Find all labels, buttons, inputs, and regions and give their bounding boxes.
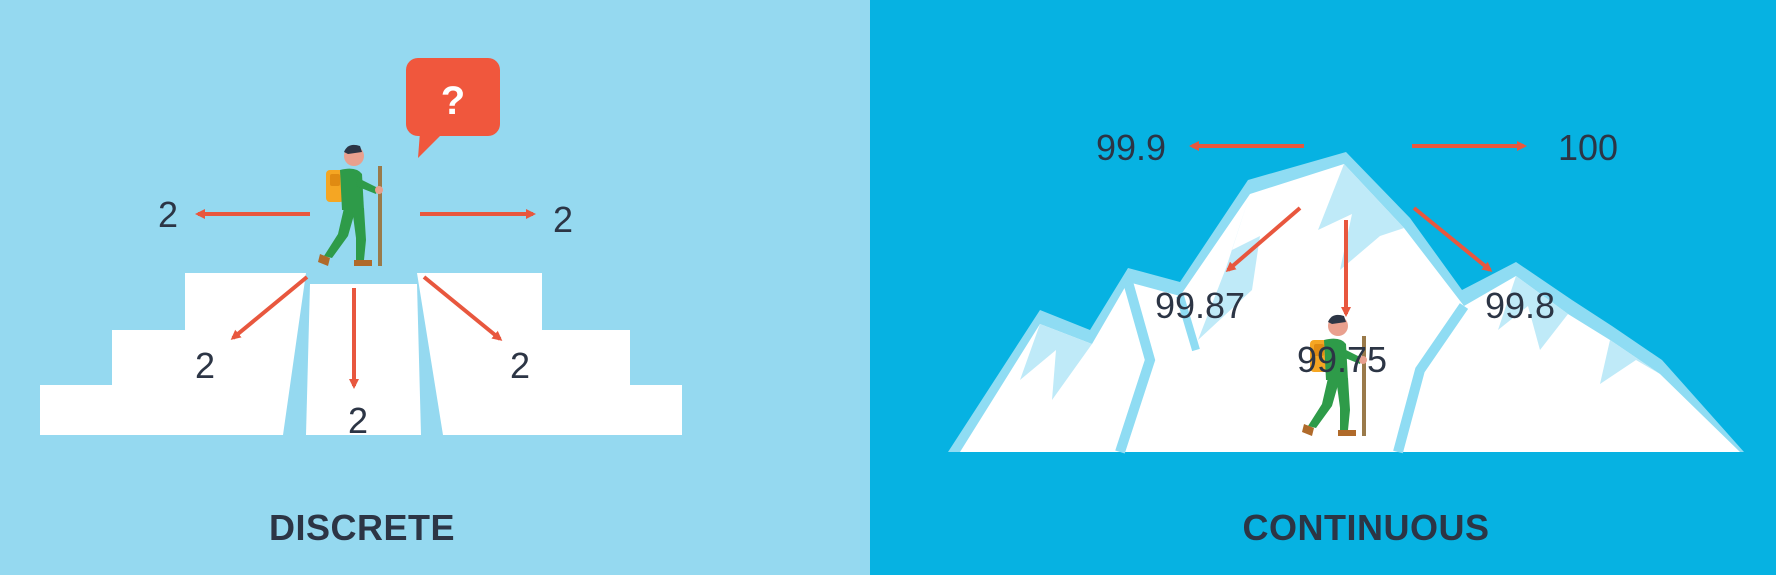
discrete-label-down-center: 2	[348, 400, 368, 441]
continuous-label-down-left: 99.87	[1155, 285, 1245, 326]
continuous-label-left: 99.9	[1096, 127, 1166, 168]
continuous-caption: CONTINUOUS	[1243, 507, 1490, 548]
continuous-label-down-right: 99.8	[1485, 285, 1555, 326]
continuous-panel: 99.9 100 99.87 99.75 99.8 CONTINUOUS	[870, 0, 1776, 575]
discrete-label-left: 2	[158, 194, 178, 235]
discrete-caption: DISCRETE	[269, 507, 455, 548]
diagram-canvas: ? 2 2 2 2 2 DISCRETE 99.9 100 99.87 99.7…	[0, 0, 1776, 575]
question-mark: ?	[441, 79, 465, 123]
discrete-label-down-left: 2	[195, 345, 215, 386]
continuous-label-right: 100	[1558, 127, 1618, 168]
continuous-label-down-center: 99.75	[1297, 339, 1387, 380]
discrete-label-down-right: 2	[510, 345, 530, 386]
discrete-label-right: 2	[553, 199, 573, 240]
discrete-vs-continuous-diagram: ? 2 2 2 2 2 DISCRETE 99.9 100 99.87 99.7…	[0, 0, 1776, 575]
discrete-panel: ? 2 2 2 2 2 DISCRETE	[0, 0, 870, 575]
